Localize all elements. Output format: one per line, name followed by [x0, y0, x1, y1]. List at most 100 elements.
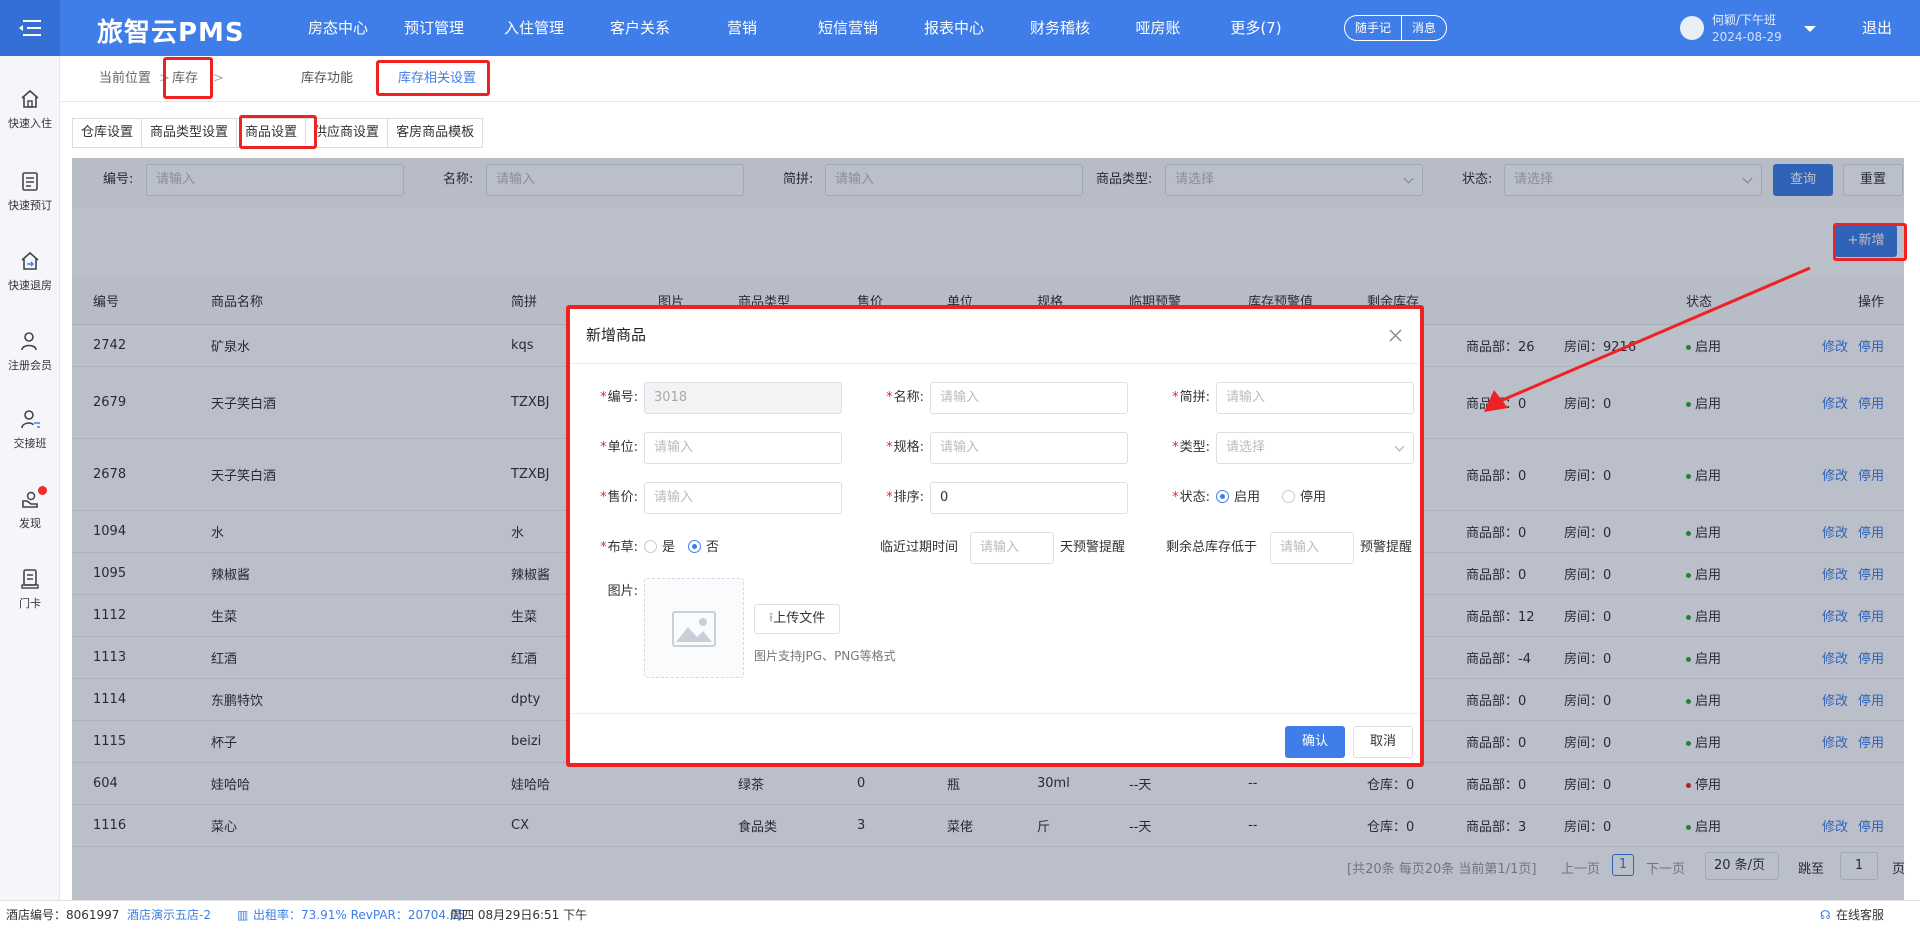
linen-no-label: 否 — [706, 540, 720, 555]
nav-room-status[interactable]: 房态中心 — [300, 0, 376, 56]
linen-yes-radio[interactable]: 是 — [644, 532, 675, 564]
expire-days-field[interactable]: 请输入 — [970, 532, 1054, 564]
current-datetime: 周四 08月29日6:51 下午 — [450, 908, 588, 922]
radio-checked-icon — [1216, 490, 1229, 503]
required-mark: * — [600, 440, 607, 455]
name-label-text: 名称: — [893, 390, 924, 405]
linen-yes-label: 是 — [662, 540, 676, 555]
subtab-product-type[interactable]: 商品类型设置 — [142, 118, 238, 148]
name-field[interactable]: 请输入 — [930, 382, 1128, 414]
radio-unchecked-icon — [1282, 490, 1295, 503]
price-label-text: 售价: — [607, 490, 638, 505]
status-disabled-radio[interactable]: 停用 — [1282, 482, 1326, 514]
unit-label-text: 单位: — [607, 440, 638, 455]
type-label-text: 类型: — [1179, 440, 1210, 455]
pinyin-field[interactable]: 请输入 — [1216, 382, 1414, 414]
cancel-button[interactable]: 取消 — [1353, 726, 1413, 758]
price-label: *售价: — [586, 482, 638, 514]
online-service-link[interactable]: 在线客服 — [1836, 901, 1884, 929]
nav-dummy-account[interactable]: 哑房账 — [1122, 0, 1194, 56]
expire-suffix: 天预警提醒 — [1060, 540, 1126, 555]
nav-crm[interactable]: 客户关系 — [594, 0, 686, 56]
type-select[interactable]: 请选择 — [1216, 432, 1414, 464]
linen-no-radio[interactable]: 否 — [688, 532, 719, 564]
status-bar: 酒店编号：8061997 酒店演示五店-2 ▥ 出租率：73.91% RevPA… — [0, 900, 1920, 929]
nav-marketing[interactable]: 营销 — [712, 0, 772, 56]
nav-booking[interactable]: 预订管理 — [384, 0, 484, 56]
stock-threshold-suffix: 预警提醒 — [1360, 540, 1413, 555]
code-field[interactable]: 3018 — [644, 382, 842, 414]
sidebar-item-label: 注册会员 — [8, 359, 52, 372]
confirm-button[interactable]: 确认 — [1285, 726, 1345, 758]
required-mark: * — [886, 440, 893, 455]
required-mark: * — [600, 390, 607, 405]
home-icon — [21, 89, 39, 108]
pinyin-label: *简拼: — [1158, 382, 1210, 414]
required-mark: * — [1172, 440, 1179, 455]
stock-threshold-label: 剩余总库存低于 — [1166, 540, 1258, 555]
notes-button[interactable]: 随手记 — [1345, 16, 1401, 40]
subtab-room-product-template[interactable]: 客房商品模板 — [388, 118, 484, 148]
unit-label: *单位: — [586, 432, 638, 464]
image-preview[interactable] — [644, 578, 744, 678]
divider — [570, 713, 1420, 714]
nav-checkin[interactable]: 入住管理 — [488, 0, 580, 56]
sidebar-item-quick-checkin[interactable]: 快速入住 — [0, 88, 60, 131]
status-enabled-radio[interactable]: 启用 — [1216, 482, 1260, 514]
close-icon[interactable] — [1389, 329, 1402, 342]
user-name: 何颖/下午班 — [1712, 13, 1777, 27]
sidebar-item-door-card[interactable]: 门卡 — [0, 568, 60, 611]
image-label: 图片: — [607, 584, 638, 599]
sidebar-item-shift-handover[interactable]: 交接班 — [0, 408, 60, 451]
sidebar-item-label: 发现 — [19, 517, 41, 530]
sort-field[interactable]: 0 — [930, 482, 1128, 514]
subtab-supplier[interactable]: 供应商设置 — [306, 118, 389, 148]
breadcrumb: 当前位置 > 库存 > 库存功能 库存相关设置 — [60, 56, 1920, 102]
house-exit-icon — [21, 251, 39, 270]
required-mark: * — [600, 490, 607, 505]
notification-dot — [38, 486, 47, 495]
spec-field[interactable]: 请输入 — [930, 432, 1128, 464]
sidebar-item-register-member[interactable]: 注册会员 — [0, 330, 60, 373]
clipboard-icon — [22, 172, 38, 191]
sidebar-item-label: 交接班 — [13, 437, 47, 450]
price-field[interactable]: 请输入 — [644, 482, 842, 514]
status-enabled-label: 启用 — [1234, 490, 1261, 505]
tab-inventory-functions[interactable]: 库存功能 — [301, 56, 353, 102]
type-select-placeholder: 请选择 — [1226, 440, 1266, 455]
code-label-text: 编号: — [607, 390, 638, 405]
unit-field[interactable]: 请输入 — [644, 432, 842, 464]
logout-button[interactable]: 退出 — [1862, 0, 1892, 56]
status-label: *状态: — [1158, 482, 1210, 514]
avatar[interactable] — [1680, 16, 1704, 40]
chevron-down-icon[interactable] — [1804, 26, 1816, 32]
nav-sms[interactable]: 短信营销 — [802, 0, 894, 56]
app-logo: 旅智云PMS — [97, 18, 245, 48]
image-placeholder-icon — [672, 611, 716, 647]
nav-more[interactable]: 更多(7) — [1218, 0, 1294, 56]
sort-label-text: 排序: — [893, 490, 924, 505]
nav-reports[interactable]: 报表中心 — [908, 0, 1000, 56]
linen-label-text: 布草: — [607, 540, 638, 555]
stock-threshold-field[interactable]: 请输入 — [1270, 532, 1354, 564]
menu-toggle-button[interactable] — [0, 0, 60, 56]
status-label-text: 状态: — [1179, 490, 1210, 505]
annotation-arrow-icon — [1484, 266, 1811, 412]
hotel-name-link[interactable]: 酒店演示五店-2 — [127, 901, 211, 929]
sort-label: *排序: — [872, 482, 924, 514]
sidebar-item-discover[interactable]: 发现 — [0, 486, 60, 531]
upload-hint: 图片支持JPG、PNG等格式 — [754, 649, 896, 663]
chart-icon: ▥ — [237, 908, 249, 922]
required-mark: * — [600, 540, 607, 555]
required-mark: * — [886, 490, 893, 505]
messages-button[interactable]: 消息 — [1401, 16, 1446, 40]
subtab-warehouse[interactable]: 仓库设置 — [72, 118, 143, 148]
quick-pills: 随手记 消息 — [1344, 15, 1448, 41]
sidebar-item-quick-booking[interactable]: 快速预订 — [0, 170, 60, 213]
sidebar-item-quick-checkout[interactable]: 快速退房 — [0, 250, 60, 293]
required-mark: * — [1172, 390, 1179, 405]
occupancy-stats: 出租率：73.91% RevPAR：20704.05 — [253, 908, 466, 922]
nav-finance[interactable]: 财务稽核 — [1014, 0, 1106, 56]
expire-label: 临近过期时间 — [880, 540, 959, 555]
upload-file-button[interactable]: ⭱上传文件 — [754, 604, 840, 634]
